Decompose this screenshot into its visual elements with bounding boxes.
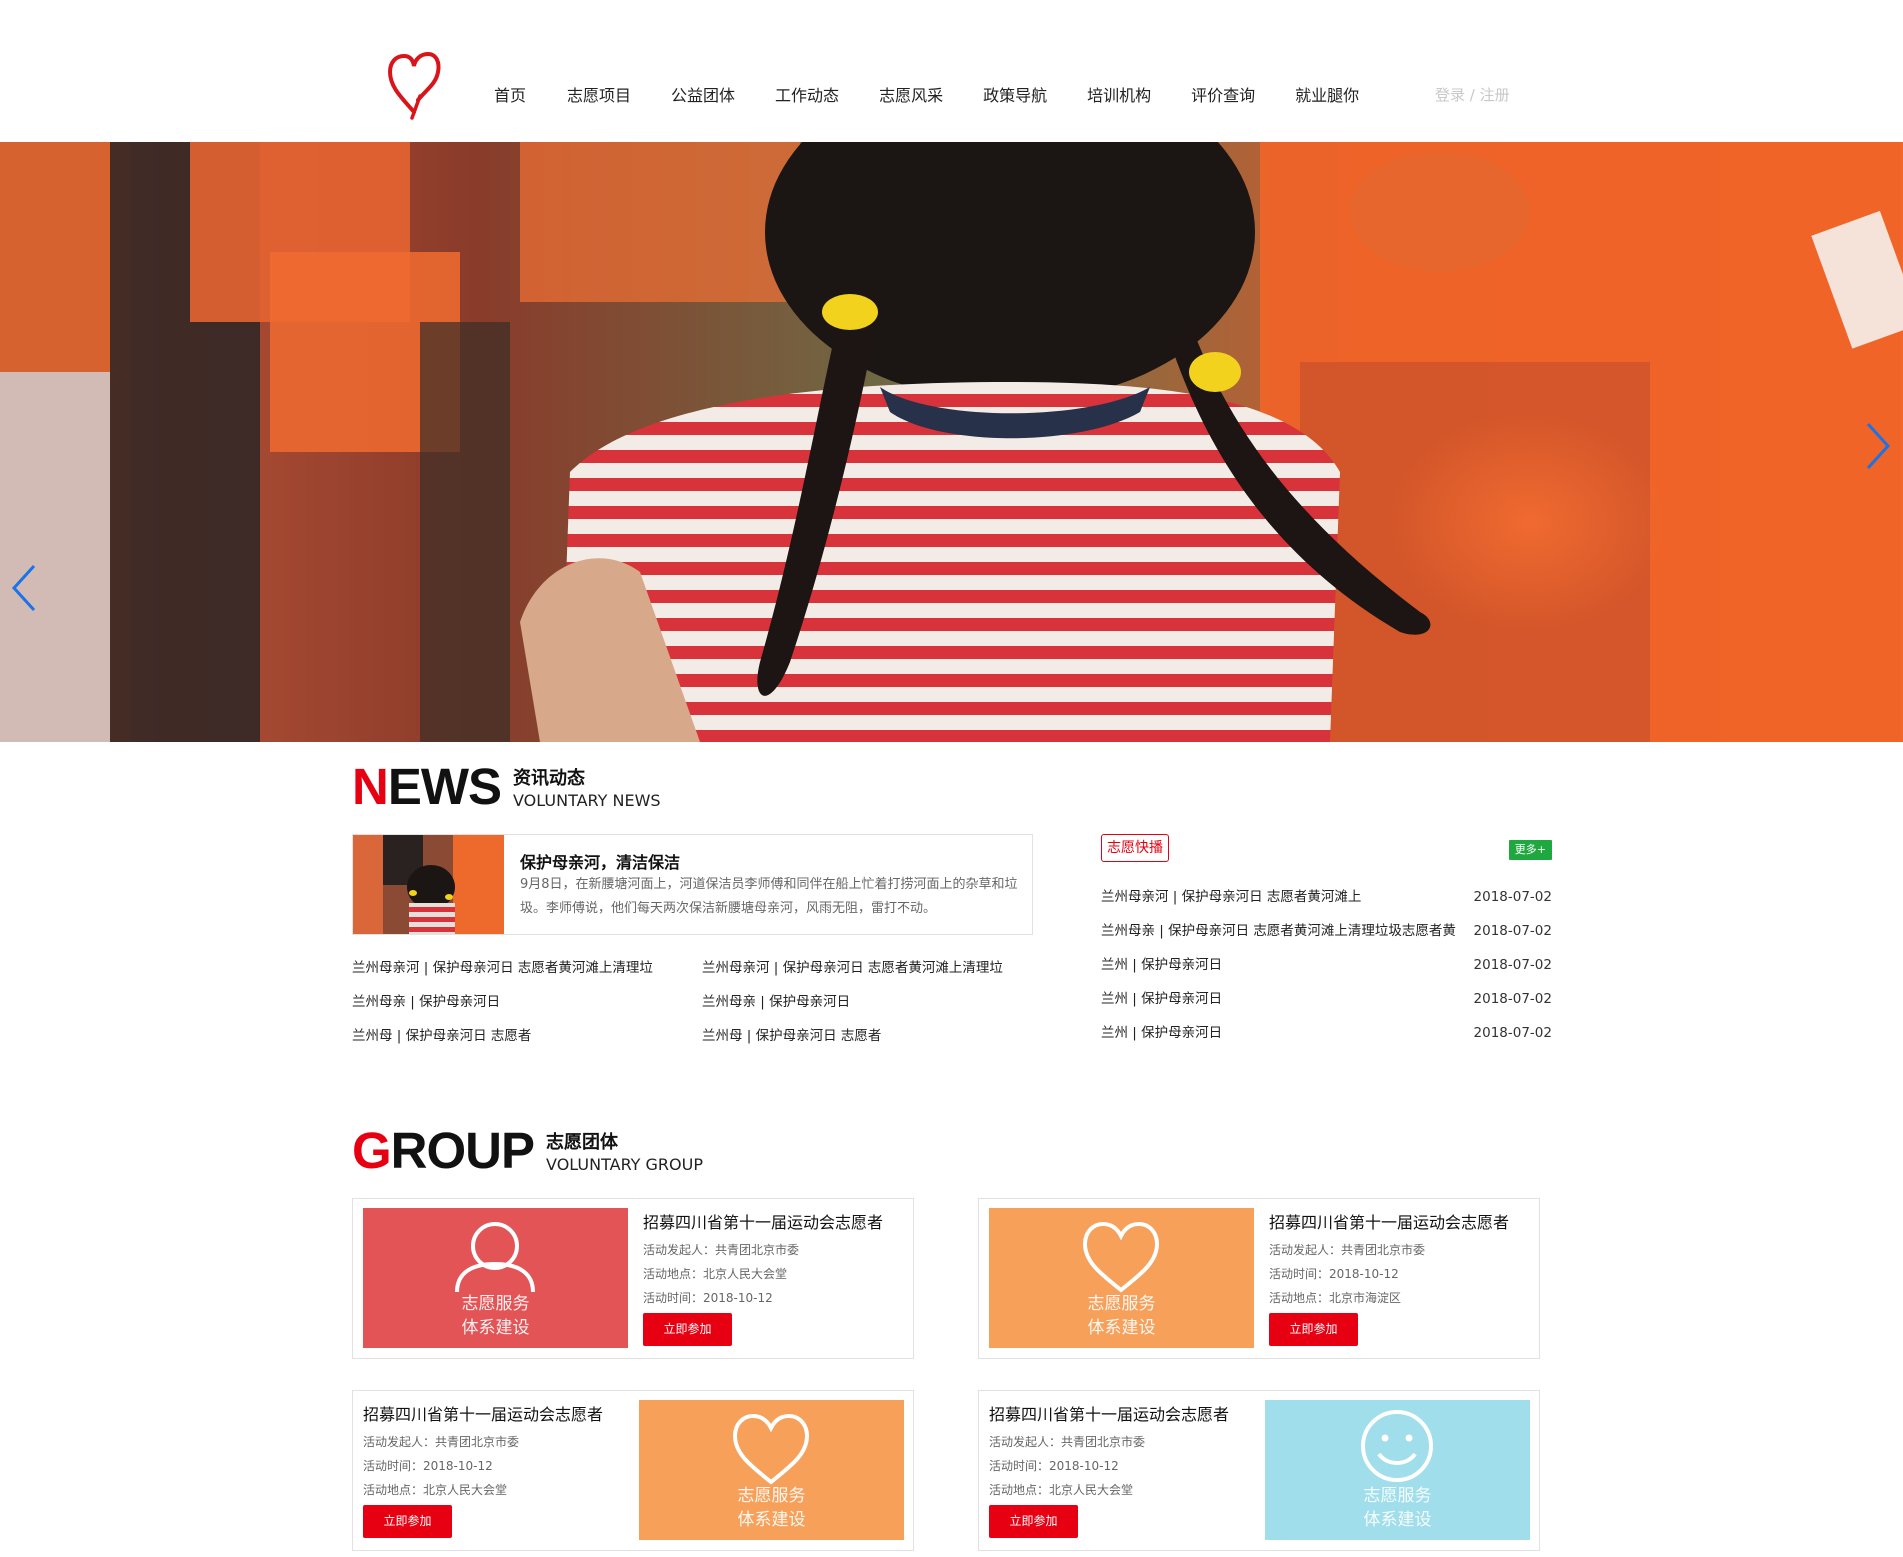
card-image-label: 志愿服务 — [461, 1294, 530, 1314]
nav-evaluation[interactable]: 评价查询 — [1191, 82, 1255, 112]
more-button[interactable]: 更多+ — [1508, 840, 1552, 860]
card-info: 活动发起人：共青团北京市委 — [1269, 1243, 1426, 1257]
group-card[interactable]: 招募四川省第十一届运动会志愿者 活动发起人：共青团北京市委 活动时间：2018-… — [352, 1390, 914, 1551]
nav-work-news[interactable]: 工作动态 — [775, 82, 839, 112]
card-info: 活动发起人：共青团北京市委 — [363, 1435, 520, 1449]
main-nav: 首页 志愿项目 公益团体 工作动态 志愿风采 政策导航 培训机构 评价查询 就业… — [494, 82, 1359, 112]
featured-news-thumbnail[interactable] — [353, 835, 504, 934]
list-item[interactable]: 兰州 | 保护母亲河日 2018-07-02 — [1101, 952, 1552, 986]
news-heading-en: VOLUNTARY NEWS — [513, 791, 661, 810]
card-info: 活动地点：北京人民大会堂 — [643, 1267, 788, 1281]
join-button[interactable]: 立即参加 — [1269, 1313, 1358, 1346]
quick-news-title[interactable]: 兰州母亲河 | 保护母亲河日 志愿者黄河滩上 — [1101, 884, 1466, 918]
join-button[interactable]: 立即参加 — [989, 1505, 1078, 1538]
news-list-right: 兰州母亲河 | 保护母亲河日 志愿者黄河滩上清理垃 兰州母亲 | 保护母亲河日 … — [702, 955, 1003, 1057]
card-image[interactable]: 志愿服务 体系建设 — [639, 1400, 904, 1540]
hero-banner[interactable] — [0, 142, 1903, 742]
card-image-label: 体系建设 — [1363, 1510, 1432, 1530]
quick-news-title[interactable]: 兰州 | 保护母亲河日 — [1101, 1020, 1466, 1054]
group-heading-en: VOLUNTARY GROUP — [546, 1155, 703, 1174]
card-title[interactable]: 招募四川省第十一届运动会志愿者 — [989, 1401, 1229, 1425]
card-info: 活动发起人：共青团北京市委 — [989, 1435, 1146, 1449]
quick-news-date: 2018-07-02 — [1473, 1025, 1552, 1041]
news-section-title: NEWS 资讯动态 VOLUNTARY NEWS — [352, 758, 661, 815]
news-heading: NEWS — [352, 758, 502, 815]
card-info: 活动时间：2018-10-12 — [363, 1459, 493, 1473]
card-image-label: 志愿服务 — [737, 1486, 806, 1506]
news-list-left: 兰州母亲河 | 保护母亲河日 志愿者黄河滩上清理垃 兰州母亲 | 保护母亲河日 … — [352, 955, 653, 1057]
auth-links: 登录 / 注册 — [1435, 84, 1510, 105]
list-item[interactable]: 兰州母亲河 | 保护母亲河日 志愿者黄河滩上 2018-07-02 — [1101, 884, 1552, 918]
news-heading-cn: 资讯动态 — [513, 768, 586, 789]
card-info: 活动发起人：共青团北京市委 — [643, 1243, 800, 1257]
card-title[interactable]: 招募四川省第十一届运动会志愿者 — [643, 1209, 883, 1233]
card-info: 活动时间：2018-10-12 — [989, 1459, 1119, 1473]
nav-training[interactable]: 培训机构 — [1087, 82, 1151, 112]
featured-news-title[interactable]: 保护母亲河，清洁保洁 — [520, 849, 680, 873]
quick-news-title[interactable]: 兰州母亲 | 保护母亲河日 志愿者黄河滩上清理垃圾志愿者黄 — [1101, 918, 1466, 952]
banner-photo — [0, 142, 1903, 742]
register-link[interactable]: 注册 — [1480, 86, 1510, 104]
nav-public-groups[interactable]: 公益团体 — [671, 82, 735, 112]
nav-volunteer-style[interactable]: 志愿风采 — [879, 82, 943, 112]
join-button[interactable]: 立即参加 — [643, 1313, 732, 1346]
card-image-label: 体系建设 — [461, 1318, 530, 1338]
group-section-title: GROUP 志愿团体 VOLUNTARY GROUP — [352, 1122, 703, 1179]
group-card[interactable]: 招募四川省第十一届运动会志愿者 活动发起人：共青团北京市委 活动时间：2018-… — [978, 1390, 1540, 1551]
list-item[interactable]: 兰州母亲 | 保护母亲河日 — [702, 989, 1003, 1023]
list-item[interactable]: 兰州母 | 保护母亲河日 志愿者 — [702, 1023, 1003, 1057]
quick-news-date: 2018-07-02 — [1473, 889, 1552, 905]
nav-employment[interactable]: 就业腿你 — [1295, 82, 1359, 112]
list-item[interactable]: 兰州母亲 | 保护母亲河日 — [352, 989, 653, 1023]
chevron-right-icon — [1866, 422, 1891, 470]
quick-news-tag: 志愿快播 — [1101, 834, 1169, 862]
card-image-label: 志愿服务 — [1363, 1486, 1432, 1506]
nav-home[interactable]: 首页 — [494, 82, 526, 112]
heart-logo[interactable] — [386, 50, 442, 120]
list-item[interactable]: 兰州母亲河 | 保护母亲河日 志愿者黄河滩上清理垃 — [352, 955, 653, 989]
login-link[interactable]: 登录 — [1435, 86, 1465, 104]
list-item[interactable]: 兰州 | 保护母亲河日 2018-07-02 — [1101, 986, 1552, 1020]
quick-news-title[interactable]: 兰州 | 保护母亲河日 — [1101, 986, 1466, 1020]
card-info: 活动地点：北京市海淀区 — [1269, 1291, 1402, 1305]
card-image-label: 志愿服务 — [1087, 1294, 1156, 1314]
join-button[interactable]: 立即参加 — [363, 1505, 452, 1538]
list-item[interactable]: 兰州母亲河 | 保护母亲河日 志愿者黄河滩上清理垃 — [702, 955, 1003, 989]
list-item[interactable]: 兰州 | 保护母亲河日 2018-07-02 — [1101, 1020, 1552, 1054]
group-heading: GROUP — [352, 1122, 535, 1179]
card-image-label: 体系建设 — [737, 1510, 806, 1530]
chevron-left-icon — [11, 564, 36, 612]
site-header: 首页 志愿项目 公益团体 工作动态 志愿风采 政策导航 培训机构 评价查询 就业… — [0, 0, 1903, 142]
featured-news[interactable]: 保护母亲河，清洁保洁 9月8日，在新腰塘河面上，河道保洁员李师傅和同伴在船上忙着… — [352, 834, 1033, 935]
quick-news-date: 2018-07-02 — [1473, 923, 1552, 939]
quick-news-list: 兰州母亲河 | 保护母亲河日 志愿者黄河滩上 2018-07-02 兰州母亲 | … — [1101, 884, 1552, 1054]
card-info: 活动地点：北京人民大会堂 — [363, 1483, 508, 1497]
group-heading-cn: 志愿团体 — [546, 1132, 619, 1153]
nav-policy[interactable]: 政策导航 — [983, 82, 1047, 112]
card-title[interactable]: 招募四川省第十一届运动会志愿者 — [1269, 1209, 1509, 1233]
card-info: 活动地点：北京人民大会堂 — [989, 1483, 1134, 1497]
card-info: 活动时间：2018-10-12 — [643, 1291, 773, 1305]
prev-slide-button[interactable] — [8, 562, 40, 614]
card-info: 活动时间：2018-10-12 — [1269, 1267, 1399, 1281]
quick-news-date: 2018-07-02 — [1473, 991, 1552, 1007]
group-card[interactable]: 志愿服务 体系建设 招募四川省第十一届运动会志愿者 活动发起人：共青团北京市委 … — [352, 1198, 914, 1359]
nav-volunteer-projects[interactable]: 志愿项目 — [567, 82, 631, 112]
quick-news-title[interactable]: 兰州 | 保护母亲河日 — [1101, 952, 1466, 986]
group-card[interactable]: 志愿服务 体系建设 招募四川省第十一届运动会志愿者 活动发起人：共青团北京市委 … — [978, 1198, 1540, 1359]
featured-news-desc: 9月8日，在新腰塘河面上，河道保洁员李师傅和同伴在船上忙着打捞河面上的杂草和垃圾… — [520, 877, 1018, 916]
list-item[interactable]: 兰州母 | 保护母亲河日 志愿者 — [352, 1023, 653, 1057]
next-slide-button[interactable] — [1862, 420, 1894, 472]
card-image-label: 体系建设 — [1087, 1318, 1156, 1338]
quick-news-date: 2018-07-02 — [1473, 957, 1552, 973]
list-item[interactable]: 兰州母亲 | 保护母亲河日 志愿者黄河滩上清理垃圾志愿者黄 2018-07-02 — [1101, 918, 1552, 952]
card-image[interactable]: 志愿服务 体系建设 — [1265, 1400, 1530, 1540]
card-image[interactable]: 志愿服务 体系建设 — [989, 1208, 1254, 1348]
card-title[interactable]: 招募四川省第十一届运动会志愿者 — [363, 1401, 603, 1425]
auth-separator: / — [1465, 86, 1480, 104]
card-image[interactable]: 志愿服务 体系建设 — [363, 1208, 628, 1348]
